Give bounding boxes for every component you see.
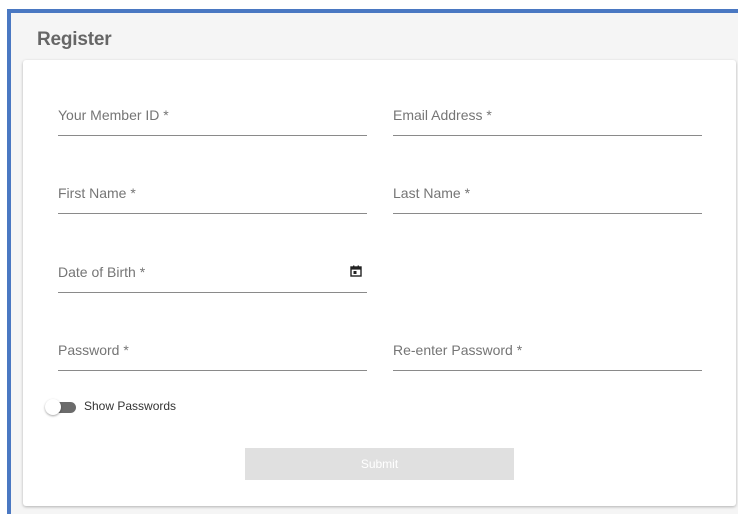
submit-button[interactable]: Submit [245, 448, 514, 480]
last-name-label: Last Name * [393, 185, 471, 201]
toggle-thumb [45, 399, 61, 415]
show-passwords-label[interactable]: Show Passwords [84, 399, 176, 413]
member-id-label: Your Member ID * [58, 107, 169, 123]
email-label: Email Address * [393, 107, 492, 123]
show-passwords-toggle[interactable] [45, 399, 77, 415]
first-name-label: First Name * [58, 185, 136, 201]
page-title: Register [37, 29, 112, 50]
last-name-field[interactable]: Last Name * [393, 185, 702, 214]
date-of-birth-field[interactable]: Date of Birth * [58, 264, 367, 293]
reenter-password-label: Re-enter Password * [393, 342, 523, 358]
email-field[interactable]: Email Address * [393, 107, 702, 136]
member-id-field[interactable]: Your Member ID * [58, 107, 367, 136]
date-of-birth-label: Date of Birth * [58, 264, 146, 280]
first-name-field[interactable]: First Name * [58, 185, 367, 214]
password-field[interactable]: Password * [58, 342, 367, 371]
password-label: Password * [58, 342, 129, 358]
calendar-icon[interactable] [350, 265, 362, 277]
reenter-password-field[interactable]: Re-enter Password * [393, 342, 702, 371]
